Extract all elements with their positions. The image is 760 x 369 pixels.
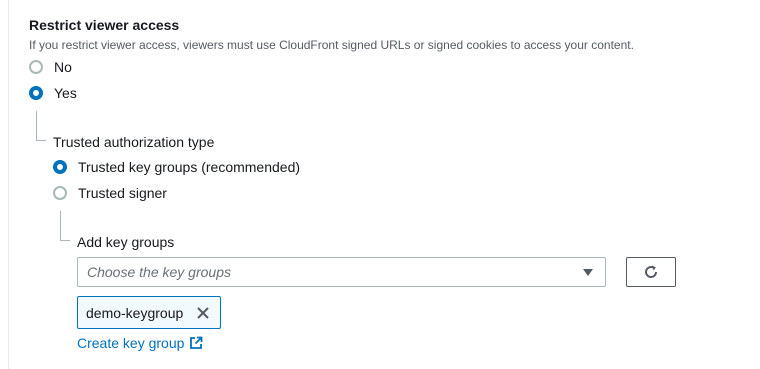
radio-label-yes: Yes [54,85,77,101]
radio-button-trusted-key-groups[interactable] [53,160,67,174]
radio-option-trusted-key-groups[interactable]: Trusted key groups (recommended) [53,157,300,177]
key-groups-select[interactable]: Choose the key groups [77,257,606,287]
radio-option-no[interactable]: No [29,57,72,77]
key-groups-select-placeholder: Choose the key groups [87,264,231,280]
create-key-group-link-label: Create key group [77,335,185,351]
token-label: demo-keygroup [86,304,184,321]
caret-down-icon [583,269,593,276]
tree-connector-signer [60,211,70,241]
refresh-icon [645,265,658,278]
close-icon[interactable] [195,305,211,321]
panel-left-border [8,0,9,369]
restrict-viewer-access-description: If you restrict viewer access, viewers m… [29,38,634,52]
radio-option-yes[interactable]: Yes [29,83,77,103]
radio-label-no: No [54,59,72,75]
restrict-viewer-access-label: Restrict viewer access [29,17,180,33]
radio-option-trusted-signer[interactable]: Trusted signer [53,183,167,203]
radio-label-trusted-key-groups: Trusted key groups (recommended) [78,159,301,175]
radio-button-trusted-signer[interactable] [53,186,67,200]
external-link-icon [190,336,203,349]
token-demo-keygroup: demo-keygroup [77,296,221,329]
tree-connector-yes [36,111,46,141]
create-key-group-link[interactable]: Create key group [77,334,203,352]
trusted-authorization-type-label: Trusted authorization type [53,134,215,150]
refresh-button[interactable] [626,257,676,287]
restrict-viewer-access-panel: Restrict viewer access If you restrict v… [0,0,760,369]
radio-button-yes[interactable] [29,86,43,100]
radio-button-no[interactable] [29,60,43,74]
add-key-groups-label: Add key groups [77,234,175,250]
radio-label-trusted-signer: Trusted signer [78,185,167,201]
